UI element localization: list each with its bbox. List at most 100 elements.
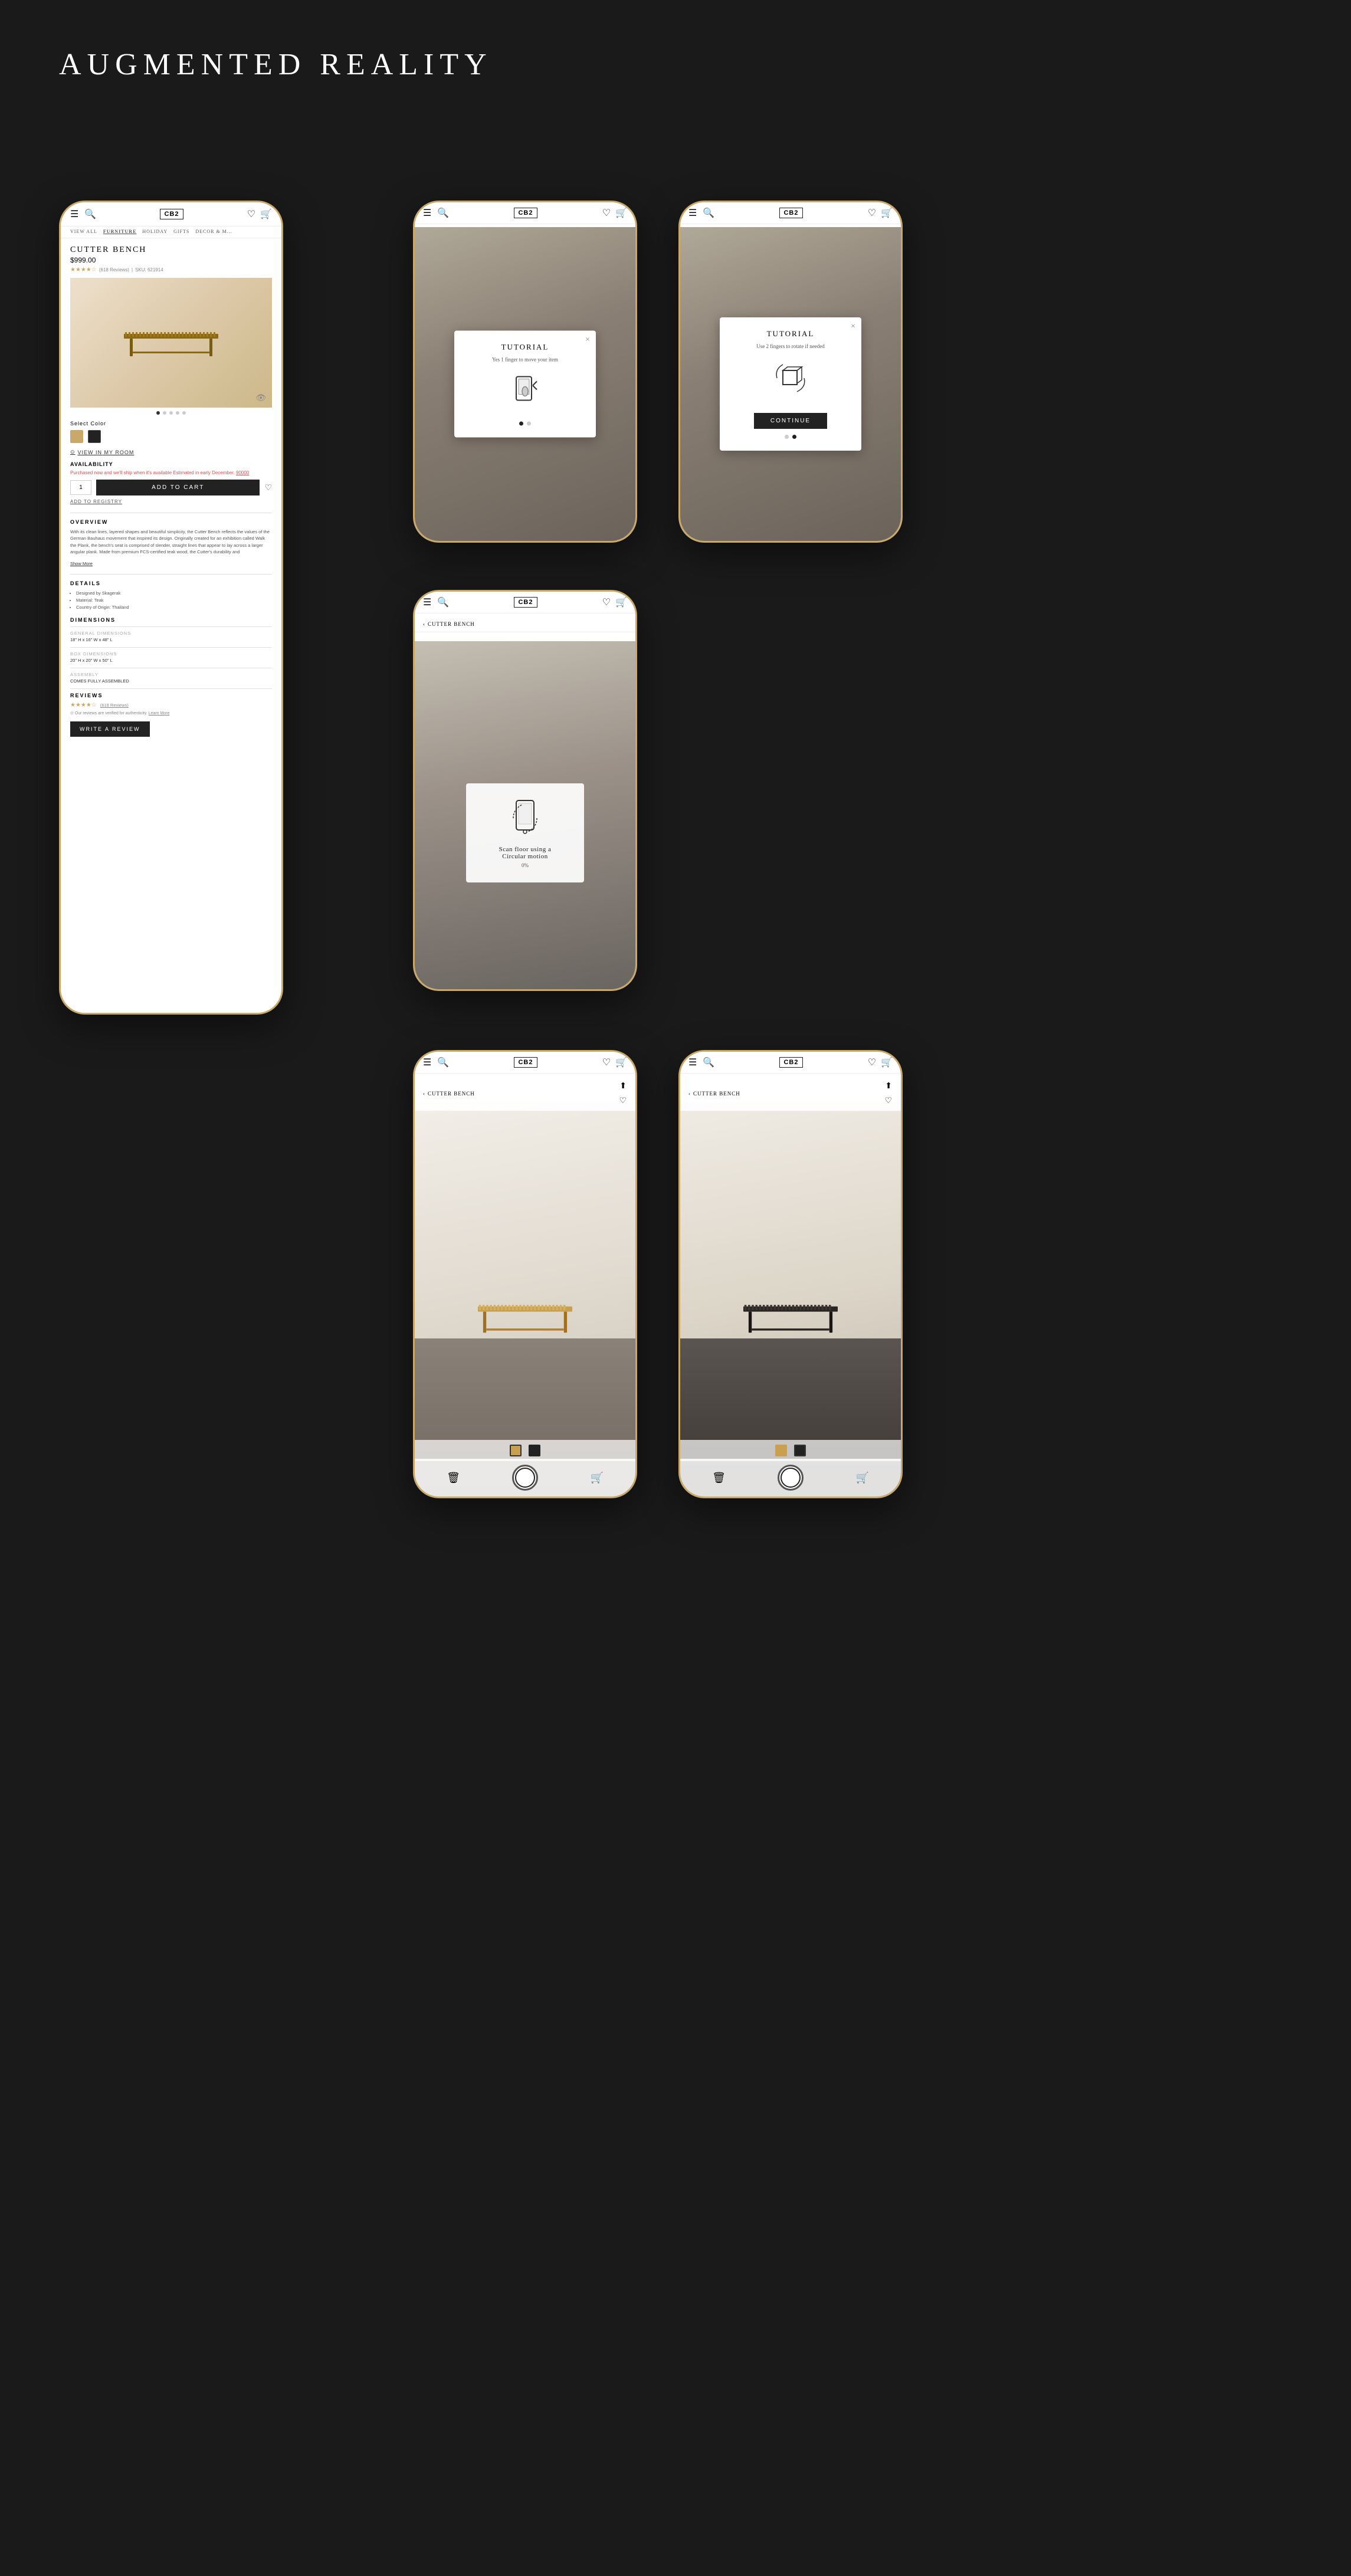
menu-icon-2[interactable]: ☰ [423,207,431,219]
heart-icon-5[interactable]: ♡ [602,1056,611,1068]
menu-icon-5[interactable]: ☰ [423,1056,431,1068]
nav-view-all[interactable]: VIEW ALL [70,229,97,234]
color-chip-tan-6[interactable] [775,1445,787,1456]
logo-4[interactable]: CB2 [514,597,537,608]
back-label-6[interactable]: CUTTER BENCH [693,1091,740,1097]
delete-icon-6[interactable]: 🗑 [712,1472,726,1484]
cart-icon-ar-6[interactable]: 🛒 [855,1472,868,1484]
heart-icon-ar-6[interactable]: ♡ [884,1096,893,1106]
back-arrow-5[interactable]: ‹ [423,1091,425,1097]
menu-icon[interactable]: ☰ [70,208,78,220]
ar-navbar-1: ☰ 🔍 CB2 ♡ 🛒 [415,202,635,224]
search-icon-2[interactable]: 🔍 [437,207,449,219]
back-arrow-4[interactable]: ‹ [423,621,425,627]
t-dot-2-inactive[interactable] [785,435,789,439]
box-dim-value: 20" H x 20" W x 50" L [70,658,272,663]
t-dot-2-active[interactable] [792,435,796,439]
capture-button-5[interactable] [512,1465,538,1491]
phone-tutorial-2: ☰ 🔍 CB2 ♡ 🛒 × TUTORIAL Use 2 fingers to … [678,201,903,543]
scan-instructions: Scan floor using aCircular motion [476,846,575,860]
navbar-left-6: ☰ 🔍 [688,1056,714,1068]
menu-icon-6[interactable]: ☰ [688,1056,697,1068]
add-to-cart-button[interactable]: ADD TO CART [96,480,260,495]
heart-icon-4[interactable]: ♡ [602,596,611,608]
logo-5[interactable]: CB2 [514,1057,537,1068]
menu-icon-4[interactable]: ☰ [423,596,431,608]
wishlist-button[interactable]: ♡ [264,483,272,493]
search-icon[interactable]: 🔍 [84,208,96,220]
cart-icon-2[interactable]: 🛒 [615,207,627,219]
search-icon-6[interactable]: 🔍 [703,1056,714,1068]
show-more-link[interactable]: Show More [70,561,93,566]
cart-icon-6[interactable]: 🛒 [881,1056,893,1068]
heart-icon-2[interactable]: ♡ [602,207,611,219]
cart-icon-5[interactable]: 🛒 [615,1056,627,1068]
box-dim-label: BOX DIMENSIONS [70,651,272,657]
logo[interactable]: CB2 [160,209,183,219]
t-dot-1-inactive[interactable] [527,422,531,426]
color-chip-dark-6[interactable] [794,1445,806,1456]
eye-icon[interactable]: 👁 [255,393,266,403]
tutorial-subtitle-2: Use 2 fingers to rotate if needed [729,343,852,349]
product-price: $999.00 [70,256,272,264]
back-arrow-6[interactable]: ‹ [688,1091,691,1097]
general-dim-label: GENERAL DIMENSIONS [70,631,272,636]
search-icon-4[interactable]: 🔍 [437,596,449,608]
navbar-right-5: ♡ 🛒 [602,1056,627,1068]
logo-6[interactable]: CB2 [779,1057,802,1068]
ar-bottom-bar-6: 🗑 🛒 [680,1459,901,1497]
dot-4[interactable] [176,411,179,415]
nav-holiday[interactable]: HOLIDAY [142,229,168,234]
tutorial-dots-2 [729,435,852,439]
color-chip-tan-5[interactable] [510,1445,522,1456]
cart-icon-ar-5[interactable]: 🛒 [590,1472,603,1484]
close-icon-2[interactable]: × [851,322,855,332]
share-icon-6[interactable]: ⬆ [885,1081,893,1091]
learn-more-link[interactable]: Learn More [149,711,170,716]
heart-icon[interactable]: ♡ [247,208,255,220]
reviews-header: ★★★★☆ (618 Reviews) [70,702,272,708]
tutorial-title-2: TUTORIAL [729,329,852,339]
reviews-count-value[interactable]: (618 Reviews) [100,703,129,708]
view-in-room-button[interactable]: ⊙ VIEW IN MY ROOM [70,449,272,455]
close-icon-1[interactable]: × [585,336,590,345]
cart-icon[interactable]: 🛒 [260,208,272,220]
dim-divider-3 [70,688,272,689]
navbar-left-2: ☰ 🔍 [423,207,449,219]
ar-action-icons-6: ⬆ ♡ [884,1081,893,1106]
share-icon-5[interactable]: ⬆ [619,1081,627,1091]
cart-icon-3[interactable]: 🛒 [881,207,893,219]
dot-3[interactable] [169,411,173,415]
phone-tutorial-1: ☰ 🔍 CB2 ♡ 🛒 × TUTORIAL Yes 1 finger to m… [413,201,637,543]
zip-code[interactable]: 90000 [236,470,249,475]
t-dot-1-active[interactable] [519,422,523,426]
search-icon-3[interactable]: 🔍 [703,207,714,219]
heart-icon-6[interactable]: ♡ [868,1056,876,1068]
search-icon-5[interactable]: 🔍 [437,1056,449,1068]
color-chip-dark-5[interactable] [529,1445,540,1456]
nav-decor[interactable]: DECOR & M... [195,229,232,234]
logo-3[interactable]: CB2 [779,208,802,218]
nav-furniture[interactable]: FURNITURE [103,229,137,234]
heart-icon-3[interactable]: ♡ [868,207,876,219]
capture-button-6[interactable] [778,1465,804,1491]
write-review-button[interactable]: WRITE A REVIEW [70,721,150,737]
logo-2[interactable]: CB2 [514,208,537,218]
swatch-tan[interactable] [70,430,83,443]
reviews-count-link[interactable]: (618 Reviews) [99,267,129,273]
swatch-black[interactable] [88,430,101,443]
dot-1[interactable] [156,411,160,415]
quantity-input[interactable]: 1 [70,480,91,495]
cart-icon-4[interactable]: 🛒 [615,596,627,608]
dimensions-title: DIMENSIONS [70,617,272,623]
nav-gifts[interactable]: GIFTS [173,229,189,234]
back-label-4[interactable]: CUTTER BENCH [428,621,475,627]
delete-icon-5[interactable]: 🗑 [447,1472,460,1484]
add-to-registry-link[interactable]: ADD TO REGISTRY [70,499,272,504]
back-label-5[interactable]: CUTTER BENCH [428,1091,475,1097]
heart-icon-ar-5[interactable]: ♡ [619,1096,627,1106]
continue-button[interactable]: CONTINUE [754,413,827,429]
dot-2[interactable] [163,411,166,415]
dot-5[interactable] [182,411,186,415]
menu-icon-3[interactable]: ☰ [688,207,697,219]
